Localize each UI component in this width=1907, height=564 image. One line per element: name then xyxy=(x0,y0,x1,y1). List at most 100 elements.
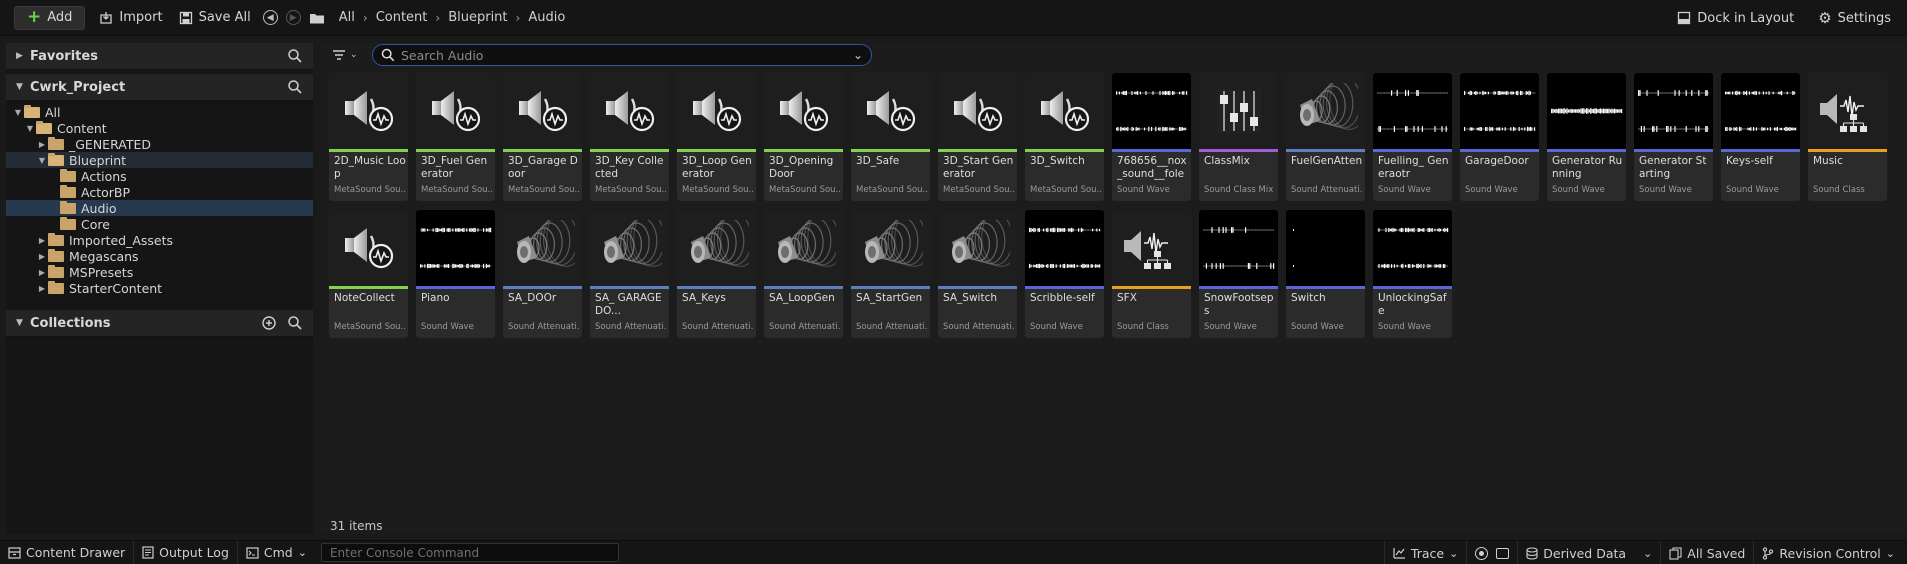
asset-name: SA_DOOr xyxy=(508,292,557,304)
asset-type-bar xyxy=(764,286,843,289)
search-box[interactable]: ⌄ xyxy=(372,44,872,66)
asset-tile[interactable]: Scribble-self Sound Wave xyxy=(1025,210,1104,338)
add-button[interactable]: + Add xyxy=(14,5,86,30)
asset-tile[interactable]: SA_DOOr Sound Attenuati... xyxy=(503,210,582,338)
asset-tile[interactable]: NoteCollect MetaSound Sou... xyxy=(329,210,408,338)
asset-tile[interactable]: FuelGenAtten Sound Attenuati... xyxy=(1286,73,1365,201)
back-icon[interactable]: ◀ xyxy=(262,10,278,25)
caret-right-icon[interactable]: ▶ xyxy=(36,252,48,261)
asset-name: Generator Running xyxy=(1552,155,1623,180)
import-button[interactable]: Import xyxy=(91,6,170,30)
asset-tile[interactable]: SA_StartGen Sound Attenuati... xyxy=(851,210,930,338)
breadcrumb-item[interactable]: Audio xyxy=(522,10,571,25)
breadcrumb-item[interactable]: All xyxy=(333,10,361,25)
caret-right-icon[interactable]: ▶ xyxy=(36,140,48,149)
chevron-right-icon[interactable]: › xyxy=(361,11,370,25)
chevron-right-icon[interactable]: › xyxy=(514,11,523,25)
caret-right-icon[interactable]: ▶ xyxy=(36,284,48,293)
asset-tile[interactable]: 3D_Key Collected MetaSound Sou... xyxy=(590,73,669,201)
breadcrumb-item[interactable]: Content xyxy=(370,10,434,25)
asset-tile[interactable]: SA_Keys Sound Attenuati... xyxy=(677,210,756,338)
folder-icon xyxy=(48,136,64,150)
tree-item[interactable]: ▼ All xyxy=(6,104,313,120)
tree-item[interactable]: ▶ MSPresets xyxy=(6,264,313,280)
asset-tile[interactable]: UnlockingSafe Sound Wave xyxy=(1373,210,1452,338)
asset-tile[interactable]: 3D_Opening Door MetaSound Sou... xyxy=(764,73,843,201)
tree-item[interactable]: ▶ Imported_Assets xyxy=(6,232,313,248)
asset-tile[interactable]: SA_ GARAGEDO... Sound Attenuati... xyxy=(590,210,669,338)
output-log-button[interactable]: Output Log xyxy=(134,540,238,564)
settings-button[interactable]: ⚙ Settings xyxy=(1810,6,1899,30)
record-icon[interactable] xyxy=(1475,546,1489,560)
caret-down-icon[interactable]: ▼ xyxy=(24,124,36,133)
asset-tile[interactable]: 768656__nox_sound__foley_ Sound Wave xyxy=(1112,73,1191,201)
save-icon xyxy=(179,11,192,24)
filter-button[interactable]: ⌄ xyxy=(332,47,362,63)
search-icon[interactable] xyxy=(287,79,303,95)
asset-tile[interactable]: 2D_Music Loop MetaSound Sou... xyxy=(329,73,408,201)
tree-item[interactable]: ActorBP xyxy=(6,184,313,200)
caret-right-icon[interactable]: ▶ xyxy=(16,51,30,61)
breadcrumb-item[interactable]: Blueprint xyxy=(442,10,513,25)
asset-tile[interactable]: SA_LoopGen Sound Attenuati... xyxy=(764,210,843,338)
chevron-right-icon[interactable]: › xyxy=(433,11,442,25)
caret-down-icon[interactable]: ▼ xyxy=(12,108,24,117)
tree-item[interactable]: Audio xyxy=(6,200,313,216)
save-all-button[interactable]: Save All xyxy=(171,6,259,30)
asset-tile[interactable]: SA_Switch Sound Attenuati... xyxy=(938,210,1017,338)
asset-type-bar xyxy=(590,286,669,289)
trace-dropdown[interactable]: Trace ⌄ xyxy=(1383,541,1468,564)
tree-item[interactable]: ▶ StarterContent xyxy=(6,280,313,296)
tree-item[interactable]: Core xyxy=(6,216,313,232)
dock-in-layout-button[interactable]: Dock in Layout xyxy=(1669,6,1802,30)
toolbar: + Add Import Save All ◀ ▶ All › Content … xyxy=(0,0,1907,36)
search-input[interactable] xyxy=(401,47,853,63)
asset-tile[interactable]: GarageDoor Sound Wave xyxy=(1460,73,1539,201)
favorites-header[interactable]: ▶ Favorites xyxy=(6,43,313,70)
revision-control-dropdown[interactable]: Revision Control ⌄ xyxy=(1754,541,1903,564)
asset-tile[interactable]: 3D_Garage Door MetaSound Sou... xyxy=(503,73,582,201)
asset-type: Sound Wave xyxy=(1378,185,1431,195)
camera-icon[interactable] xyxy=(1496,547,1510,559)
asset-tile[interactable]: Switch Sound Wave xyxy=(1286,210,1365,338)
search-icon[interactable] xyxy=(287,48,303,64)
asset-tile[interactable]: 3D_Loop Generator MetaSound Sou... xyxy=(677,73,756,201)
console-input[interactable]: Enter Console Command xyxy=(320,543,619,562)
caret-right-icon[interactable]: ▶ xyxy=(36,236,48,245)
asset-tile[interactable]: Music Sound Class xyxy=(1808,73,1887,201)
asset-type: Sound Wave xyxy=(1117,185,1170,195)
collections-header[interactable]: ▼ Collections xyxy=(6,310,313,337)
asset-tile[interactable]: Generator Running Sound Wave xyxy=(1547,73,1626,201)
add-collection-icon[interactable] xyxy=(261,315,277,331)
content-drawer-button[interactable]: Content Drawer xyxy=(0,540,135,564)
chevron-down-icon[interactable]: ⌄ xyxy=(853,48,863,62)
chevron-down-icon: ⌄ xyxy=(1449,546,1459,560)
asset-tile[interactable]: Keys-self Sound Wave xyxy=(1721,73,1800,201)
asset-tile[interactable]: ClassMix Sound Class Mix xyxy=(1199,73,1278,201)
asset-name: Scribble-self xyxy=(1030,292,1095,304)
all-saved-button[interactable]: All Saved xyxy=(1661,541,1755,564)
caret-down-icon[interactable]: ▼ xyxy=(16,318,30,328)
asset-tile[interactable]: Generator Starting Sound Wave xyxy=(1634,73,1713,201)
asset-tile[interactable]: 3D_Fuel Generator MetaSound Sou... xyxy=(416,73,495,201)
search-icon[interactable] xyxy=(287,315,303,331)
asset-tile[interactable]: Piano Sound Wave xyxy=(416,210,495,338)
asset-tile[interactable]: 3D_Start Generator MetaSound Sou... xyxy=(938,73,1017,201)
asset-tile[interactable]: Fuelling_ Generaotr Sound Wave xyxy=(1373,73,1452,201)
tree-item[interactable]: ▶ _GENERATED xyxy=(6,136,313,152)
tree-item[interactable]: ▶ Megascans xyxy=(6,248,313,264)
tree-item[interactable]: ▼ Content xyxy=(6,120,313,136)
asset-tile[interactable]: 3D_Safe MetaSound Sou... xyxy=(851,73,930,201)
cmd-dropdown[interactable]: Cmd ⌄ xyxy=(238,541,315,564)
asset-tile[interactable]: 3D_Switch MetaSound Sou... xyxy=(1025,73,1104,201)
caret-down-icon[interactable]: ▼ xyxy=(36,156,48,165)
forward-icon[interactable]: ▶ xyxy=(285,10,301,25)
tree-item[interactable]: ▼ Blueprint xyxy=(6,152,313,168)
caret-down-icon[interactable]: ▼ xyxy=(16,82,30,92)
asset-tile[interactable]: SnowFootseps Sound Wave xyxy=(1199,210,1278,338)
tree-item[interactable]: Actions xyxy=(6,168,313,184)
project-header[interactable]: ▼ Cwrk_Project xyxy=(6,74,313,101)
asset-tile[interactable]: SFX Sound Class xyxy=(1112,210,1191,338)
derived-data-dropdown[interactable]: Derived Data ⌄ xyxy=(1518,541,1662,564)
caret-right-icon[interactable]: ▶ xyxy=(36,268,48,277)
